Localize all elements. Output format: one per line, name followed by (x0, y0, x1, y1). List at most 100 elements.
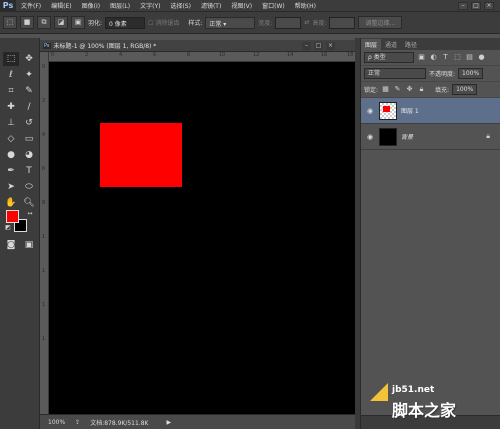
menu-edit[interactable]: 编辑(E) (46, 1, 76, 10)
layer-name[interactable]: 背景 (401, 132, 413, 141)
layer-filter-select[interactable]: ρ 类型 (364, 52, 414, 63)
lasso-tool-icon[interactable]: ℓ (3, 68, 19, 82)
close-button[interactable]: × (484, 2, 494, 10)
lock-transparency-icon[interactable]: ▦ (381, 85, 390, 94)
path-selection-icon[interactable]: ➤ (3, 180, 19, 194)
fill-label: 填充: (435, 87, 450, 94)
intersect-selection-icon[interactable]: ▣ (71, 16, 85, 29)
hand-tool-icon[interactable]: ✋ (3, 196, 19, 210)
filter-pixel-icon[interactable]: ▣ (417, 53, 426, 62)
visibility-eye-icon[interactable]: ◉ (365, 133, 375, 141)
red-rectangle[interactable] (100, 123, 182, 187)
watermark-triangle-icon (370, 383, 388, 401)
move-tool-icon[interactable]: ✥ (21, 52, 37, 66)
document-canvas[interactable] (49, 62, 355, 414)
type-tool-icon[interactable]: T (21, 164, 37, 178)
minimize-button[interactable]: – (458, 2, 468, 10)
marquee-tool-preset-icon[interactable]: ⬚ (3, 16, 17, 29)
dodge-tool-icon[interactable]: ◕ (21, 148, 37, 162)
tab-layers[interactable]: 图层 (361, 39, 382, 50)
tab-maximize-button[interactable]: □ (314, 41, 323, 50)
clone-stamp-icon[interactable]: ⊥ (3, 116, 19, 130)
menu-help[interactable]: 帮助(H) (290, 1, 321, 10)
menu-view[interactable]: 视图(V) (226, 1, 257, 10)
blend-mode-select[interactable]: 正常 (364, 68, 426, 79)
style-label: 样式: (188, 20, 203, 27)
magic-wand-icon[interactable]: ✦ (21, 68, 37, 82)
gradient-tool-icon[interactable]: ▭ (21, 132, 37, 146)
lock-position-icon[interactable]: ✥ (405, 85, 414, 94)
ruler-h-label: 14 (287, 52, 294, 58)
filter-toggle-icon[interactable]: ● (477, 53, 486, 62)
blur-tool-icon[interactable]: ● (3, 148, 19, 162)
layer-thumbnail (379, 101, 397, 120)
maximize-button[interactable]: □ (471, 2, 481, 10)
filter-smart-icon[interactable]: ▤ (465, 53, 474, 62)
menu-file[interactable]: 文件(F) (16, 1, 46, 10)
lock-paint-icon[interactable]: ✎ (393, 85, 402, 94)
rectangular-marquee-icon[interactable]: ⬚ (3, 52, 19, 66)
fill-input[interactable]: 100% (452, 84, 478, 95)
brush-tool-icon[interactable]: / (21, 100, 37, 114)
subtract-selection-icon[interactable]: ◪ (54, 16, 68, 29)
menu-layer[interactable]: 图层(L) (105, 1, 135, 10)
menu-type[interactable]: 文字(Y) (135, 1, 165, 10)
layer-row-layer1[interactable]: ◉ 图层 1 (361, 98, 500, 124)
menu-select[interactable]: 选择(S) (165, 1, 196, 10)
blend-mode-value: 正常 (368, 70, 381, 77)
status-menu-arrow-icon[interactable]: ▶ (166, 419, 171, 426)
new-selection-icon[interactable]: ■ (20, 16, 34, 29)
ruler-v-label: 2 (42, 98, 46, 104)
menu-window[interactable]: 窗口(W) (257, 1, 290, 10)
screen-mode-icon[interactable]: ▣ (21, 238, 37, 252)
layer-name[interactable]: 图层 1 (401, 106, 419, 115)
layer-row-background[interactable]: ◉ 背景 🔒︎ (361, 124, 500, 150)
tab-channels[interactable]: 通道 (381, 39, 401, 50)
swap-colors-icon[interactable]: ↔ (22, 207, 38, 221)
ruler-v-label: 6 (42, 166, 46, 172)
style-select[interactable]: 正常 ▾ (205, 16, 256, 29)
menu-image[interactable]: 图像(I) (77, 1, 105, 10)
photoshop-logo-icon: Ps (0, 0, 16, 12)
add-to-selection-icon[interactable]: ⧉ (37, 16, 51, 29)
eraser-tool-icon[interactable]: ◇ (3, 132, 19, 146)
height-input (329, 16, 356, 29)
eyedropper-icon[interactable]: ✎ (21, 84, 37, 98)
tab-minimize-button[interactable]: – (302, 41, 311, 50)
export-icon[interactable]: ⇪ (75, 419, 80, 426)
refine-edge-button[interactable]: 调整边缘... (358, 16, 403, 29)
foreground-color-swatch[interactable] (6, 210, 19, 223)
tools-panel: ⬚ ✥ ℓ ✦ ⌗ ✎ ✚ / ⊥ ↺ ◇ ▭ ● ◕ ✒ T ➤ ⬭ ✋ 🔍︎… (0, 38, 40, 429)
tab-close-button[interactable]: × (326, 41, 335, 50)
filter-adjustment-icon[interactable]: ◐ (429, 53, 438, 62)
healing-brush-icon[interactable]: ✚ (3, 100, 19, 114)
height-label: 高度: (312, 20, 327, 27)
antialias-checkbox[interactable]: ☐ 消除锯齿 (148, 18, 179, 27)
crop-tool-icon[interactable]: ⌗ (3, 84, 19, 98)
feather-input[interactable]: 0 像素 (105, 16, 146, 29)
filter-shape-icon[interactable]: ⬚ (453, 53, 462, 62)
menu-filter[interactable]: 滤镜(T) (196, 1, 226, 10)
width-input (275, 16, 302, 29)
quick-mask-icon[interactable]: ◙ (3, 238, 19, 252)
zoom-level[interactable]: 100% (48, 419, 65, 426)
watermark-site-name: 脚本之家 (392, 401, 457, 420)
lock-all-icon[interactable]: 🔒︎ (417, 85, 426, 94)
ruler-h-label: 18 (347, 52, 354, 58)
document-tab[interactable]: Ps 未标题-1 @ 100% (图层 1, RGB/8) * – □ × (40, 40, 355, 52)
default-colors-icon[interactable]: ◩ (0, 221, 16, 235)
opacity-input[interactable]: 100% (458, 68, 484, 79)
visibility-eye-icon[interactable]: ◉ (365, 107, 375, 115)
filter-type-icon[interactable]: T (441, 53, 450, 62)
tab-paths[interactable]: 路径 (401, 39, 421, 50)
horizontal-ruler[interactable]: 0 2 4 6 8 10 12 14 16 18 (49, 52, 355, 62)
ruler-h-label: 2 (85, 52, 89, 58)
ruler-v-label: 0 (42, 64, 46, 70)
vertical-ruler[interactable]: 0 2 4 6 8 1 1 1 1 (40, 52, 49, 414)
history-brush-icon[interactable]: ↺ (21, 116, 37, 130)
layer-filter-row: ρ 类型 ▣ ◐ T ⬚ ▤ ● (361, 50, 500, 66)
document-size: 文档:878.9K/511.8K (90, 419, 149, 427)
swap-icon: ⇄ (304, 19, 310, 26)
pen-tool-icon[interactable]: ✒ (3, 164, 19, 178)
shape-tool-icon[interactable]: ⬭ (21, 180, 37, 194)
